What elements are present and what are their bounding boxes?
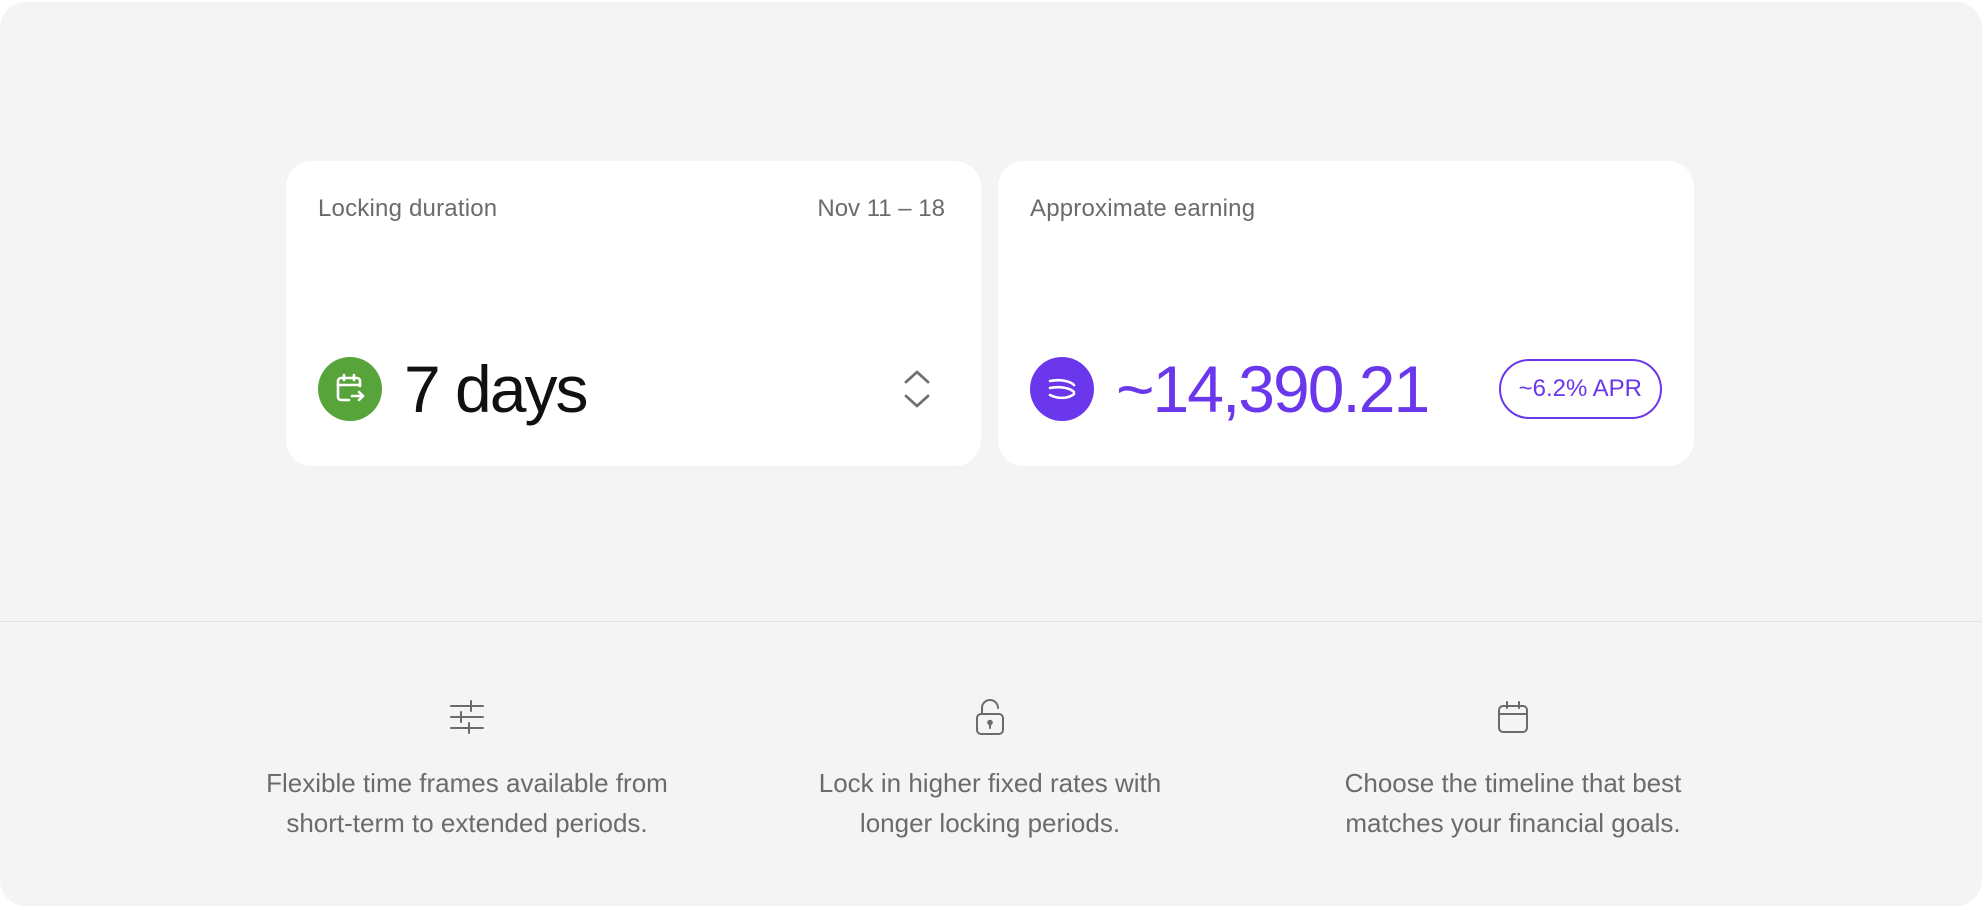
- feature-text-line: matches your financial goals.: [1345, 808, 1681, 838]
- approximate-earning-card: Approximate earning ~14,390.21 ~6.2% APR: [998, 161, 1694, 466]
- locking-duration-label: Locking duration: [318, 195, 498, 222]
- chevron-up-down-icon: [904, 370, 930, 408]
- staking-panel: Locking duration Nov 11 – 18 7 days Appr…: [0, 2, 1982, 906]
- calendar-icon: [1498, 701, 1528, 733]
- earning-value: ~14,390.21: [1116, 352, 1430, 426]
- calendar-arrow-icon: [318, 357, 382, 421]
- feature-higher-rates: Lock in higher fixed rates with longer l…: [760, 697, 1220, 843]
- feature-text-line: Choose the timeline that best: [1344, 768, 1682, 798]
- token-logo-icon: [1030, 357, 1094, 421]
- locking-duration-card: Locking duration Nov 11 – 18 7 days: [286, 161, 981, 466]
- approximate-earning-label: Approximate earning: [1030, 195, 1256, 222]
- feature-text-line: longer locking periods.: [859, 808, 1121, 838]
- lock-icon: [976, 699, 1004, 735]
- apr-badge: ~6.2% APR: [1498, 359, 1662, 419]
- locking-duration-value: 7 days: [404, 352, 588, 426]
- duration-stepper[interactable]: [899, 365, 935, 413]
- sliders-icon: [450, 700, 484, 734]
- feature-flexible-timeframes: Flexible time frames available from shor…: [237, 697, 697, 843]
- feature-text-line: short-term to extended periods.: [286, 808, 648, 838]
- section-divider: [0, 621, 1982, 622]
- feature-text-line: Flexible time frames available from: [266, 768, 668, 798]
- locking-date-range: Nov 11 – 18: [817, 195, 945, 222]
- feature-text-line: Lock in higher fixed rates with: [818, 768, 1162, 798]
- feature-timeline: Choose the timeline that best matches yo…: [1283, 697, 1743, 843]
